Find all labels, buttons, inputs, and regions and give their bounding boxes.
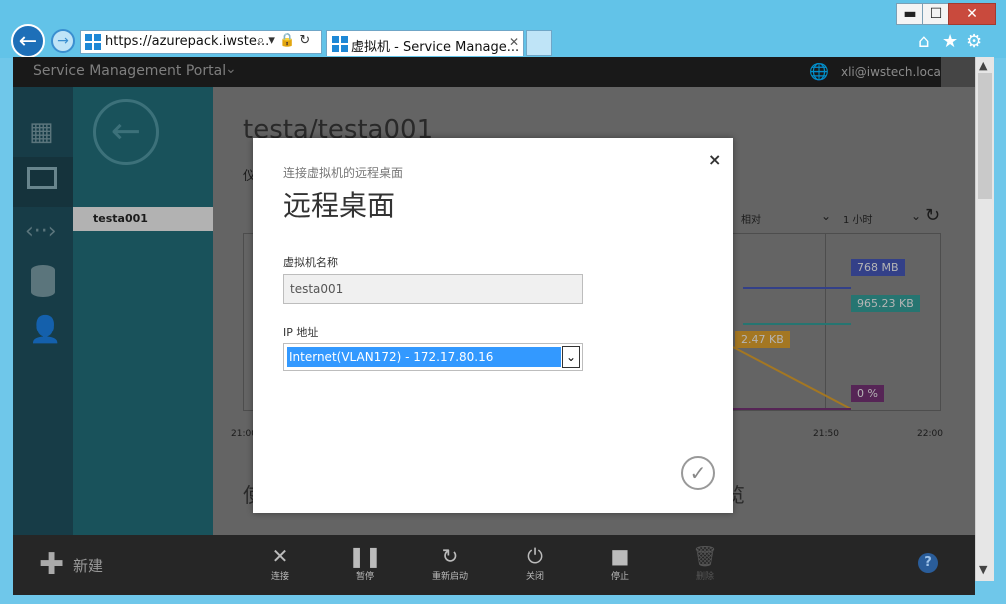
command-bar: ✚ 新建 ✕ 连接 ❚❚ 暂停 ↻ 重新启动 ⏻ 关闭 ■ 停止 🗑 删除 ? (13, 535, 975, 595)
help-icon[interactable]: ? (918, 553, 938, 573)
plus-icon[interactable]: ✚ (39, 550, 64, 580)
pause-icon: ❚❚ (348, 544, 382, 568)
pause-button[interactable]: ❚❚ 暂停 (335, 535, 395, 595)
address-url: https://azurepack.iwste... (105, 34, 270, 49)
close-icon[interactable]: × (708, 150, 721, 169)
shutdown-button[interactable]: ⏻ 关闭 (505, 535, 565, 595)
gear-icon[interactable]: ⚙ (966, 31, 982, 52)
browser-tab[interactable]: 虚拟机 - Service Manage... ✕ (326, 30, 524, 56)
restart-button[interactable]: ↻ 重新启动 (420, 535, 480, 595)
ip-selected-option: Internet(VLAN172) - 172.17.80.16 (287, 347, 561, 367)
command-label: 暂停 (355, 572, 374, 582)
command-label: 连接 (270, 572, 289, 582)
vm-name-label: 虚拟机名称 (283, 256, 338, 269)
delete-button[interactable]: 🗑 删除 (675, 535, 735, 595)
command-label: 重新启动 (431, 572, 468, 582)
ip-address-label: IP 地址 (283, 326, 319, 339)
tab-close-icon[interactable]: ✕ (509, 35, 519, 49)
delete-icon: 🗑 (692, 544, 718, 568)
connect-icon: ✕ (271, 544, 289, 568)
home-icon[interactable]: ⌂ (918, 31, 929, 52)
back-arrow-icon[interactable]: ← (11, 24, 45, 58)
maximize-button[interactable]: ☐ (922, 3, 950, 25)
windows-logo-icon (85, 34, 101, 50)
address-bar[interactable]: https://azurepack.iwste... ⌕ ▾ 🔒 ↻ (80, 30, 322, 54)
windows-logo-icon (332, 36, 348, 52)
stop-icon: ■ (610, 544, 630, 568)
vm-name-value: testa001 (290, 282, 344, 296)
close-window-button[interactable]: ✕ (948, 3, 996, 25)
restart-icon: ↻ (441, 544, 459, 568)
address-controls-icon[interactable]: ⌕ ▾ 🔒 ↻ (257, 33, 310, 48)
scroll-thumb[interactable] (978, 73, 992, 199)
ip-selected-text: Internet(VLAN172) - 172.17.80.16 (289, 350, 494, 364)
stop-button[interactable]: ■ 停止 (590, 535, 650, 595)
new-tab-button[interactable] (526, 30, 552, 56)
power-icon: ⏻ (527, 544, 543, 568)
scroll-down-icon[interactable]: ▼ (979, 563, 987, 576)
scrollbar[interactable]: ▲ ▼ (975, 57, 994, 581)
confirm-check-button[interactable]: ✓ (681, 456, 715, 490)
chevron-down-icon[interactable]: ⌄ (562, 346, 580, 368)
star-icon[interactable]: ★ (942, 31, 958, 52)
command-label: 删除 (695, 572, 714, 582)
command-label: 关闭 (525, 572, 544, 582)
minimize-button[interactable]: ▬ (896, 3, 924, 25)
dialog-subtitle: 连接虚拟机的远程桌面 (283, 166, 404, 180)
forward-arrow-icon[interactable]: → (51, 29, 75, 53)
remote-desktop-dialog: 连接虚拟机的远程桌面 远程桌面 × 虚拟机名称 testa001 IP 地址 I… (253, 138, 733, 513)
scroll-up-icon[interactable]: ▲ (979, 59, 987, 72)
new-button[interactable]: 新建 (73, 555, 103, 576)
dialog-title: 远程桌面 (283, 189, 396, 222)
tab-title: 虚拟机 - Service Manage... (351, 40, 520, 55)
vm-name-field: testa001 (283, 274, 583, 304)
ip-address-select[interactable]: Internet(VLAN172) - 172.17.80.16 ⌄ (283, 343, 583, 371)
connect-button[interactable]: ✕ 连接 (250, 535, 310, 595)
command-label: 停止 (610, 572, 629, 582)
